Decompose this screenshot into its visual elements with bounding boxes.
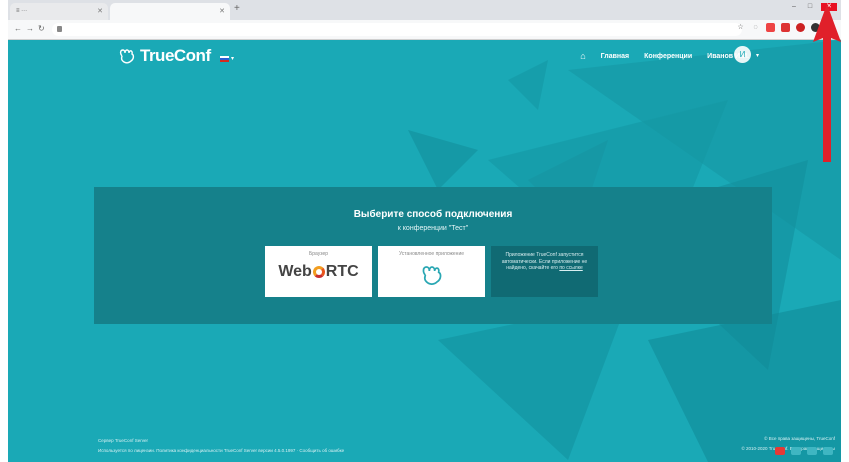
webrtc-caption: Браузер [308,251,329,257]
tab-label: ≡ ··· [16,8,28,14]
star-icon[interactable]: ☆ [736,23,745,32]
join-via-app-button[interactable]: Установленное приложение [378,246,485,297]
youtube-icon[interactable] [775,447,785,455]
footer-license: Используется по лицензии. Политика конфи… [98,448,345,453]
browser-tab-2[interactable]: ✕ [110,3,230,20]
reload-icon[interactable]: ↻ [38,24,45,33]
webrtc-ring-icon [312,266,325,278]
browser-toolbar: ← → ↻ ☆ ◌ ⋮ [8,20,841,40]
address-bar[interactable] [52,23,742,36]
vk-icon[interactable] [807,447,817,455]
main-nav: ⌂ Главная Конференции Иванов И.И. [580,51,749,61]
webrtc-logo-right: RTC [325,263,359,280]
facebook-icon[interactable] [791,447,801,455]
brand-name: TrueConf [140,46,211,65]
twitter-icon[interactable] [823,447,833,455]
join-subtitle: к конференции "Тест" [397,225,469,232]
footer-copyright-1: © Все права защищены, TrueConf [764,436,835,441]
close-icon[interactable]: ✕ [97,3,103,20]
social-links [775,447,833,455]
extension-red-icon[interactable] [766,23,775,32]
site-footer: Сервер TrueConf Server Используется по л… [8,430,841,462]
minimize-icon[interactable]: – [789,3,799,11]
browser-window-chrome: ≡ ··· ✕ ✕ + – □ ✕ ← → ↻ ☆ ◌ ⋮ [8,0,841,40]
annotation-arrow-icon [813,4,841,162]
new-tab-icon[interactable]: + [234,3,240,14]
home-icon[interactable]: ⌂ [580,51,585,61]
app-info-box: Приложение TrueConf запустится автоматич… [491,246,598,297]
nav-item-main[interactable]: Главная [601,53,629,60]
footer-left: Сервер TrueConf Server Используется по л… [98,436,344,456]
site-header: TrueConf ▾ ⌂ Главная Конференции Иванов … [8,40,841,80]
forward-icon[interactable]: → [26,24,34,33]
lock-icon [57,26,62,32]
trueconf-logo[interactable]: TrueConf [118,46,211,66]
chevron-down-icon: ▾ [231,56,235,62]
join-via-webrtc-button[interactable]: Браузер Web RTC [265,246,372,297]
flag-icon [220,55,229,62]
join-title: Выберите способ подключения [353,209,513,220]
chevron-down-icon[interactable]: ▾ [756,52,759,59]
close-icon[interactable]: ✕ [219,3,225,20]
extension-red-icon[interactable] [796,23,805,32]
footer-server-name: Сервер TrueConf Server [98,438,148,443]
language-switcher[interactable]: ▾ [220,55,234,62]
extension-red-icon[interactable] [781,23,790,32]
tab-strip: ≡ ··· ✕ ✕ + – □ ✕ [8,0,841,20]
trueconf-join-page: TrueConf ▾ ⌂ Главная Конференции Иванов … [8,40,841,462]
download-link[interactable]: по ссылке [559,265,582,271]
browser-tab-1[interactable]: ≡ ··· ✕ [10,3,108,20]
join-method-panel: Выберите способ подключения к конференци… [94,187,772,324]
back-icon[interactable]: ← [14,24,22,33]
trueconf-app-icon [422,266,441,285]
nav-item-conferences[interactable]: Конференции [644,53,692,60]
avatar[interactable]: И [734,46,751,63]
trueconf-paw-icon [119,49,135,64]
webrtc-logo: Web RTC [278,263,358,281]
webrtc-logo-left: Web [278,263,312,280]
app-caption: Установленное приложение [398,251,465,257]
extension-icon[interactable]: ◌ [751,23,760,32]
